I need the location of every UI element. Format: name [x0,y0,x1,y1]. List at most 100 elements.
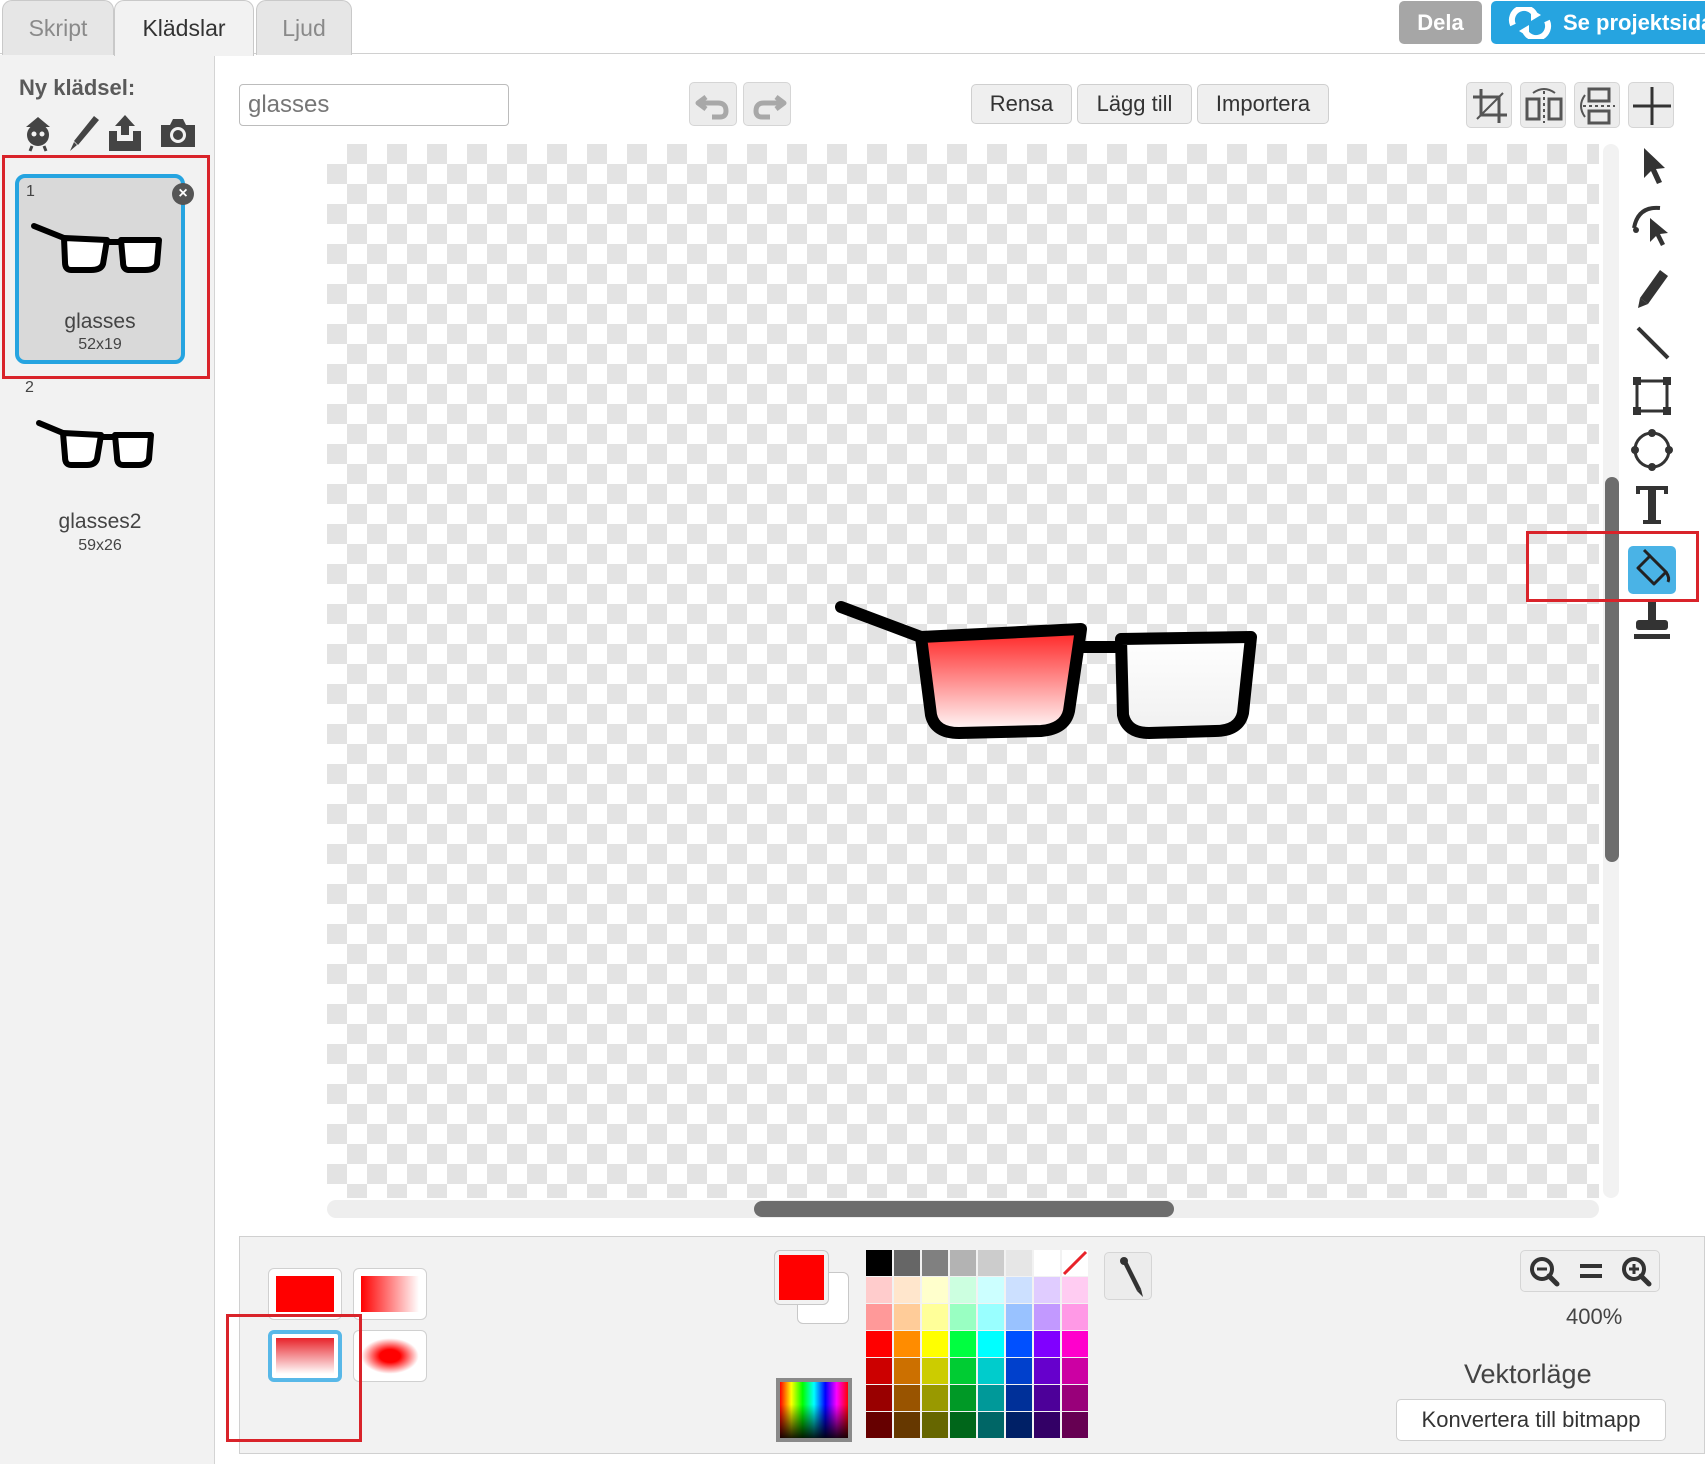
palette-color-swatch[interactable] [950,1304,976,1330]
palette-color-swatch[interactable] [866,1358,892,1384]
palette-color-swatch[interactable] [1034,1250,1060,1276]
undo-button[interactable] [689,82,737,126]
rectangle-tool[interactable] [1628,372,1676,420]
reshape-tool[interactable] [1628,198,1676,246]
palette-color-swatch[interactable] [894,1331,920,1357]
palette-color-swatch[interactable] [922,1304,948,1330]
costume-name-input[interactable] [239,84,509,126]
palette-color-swatch[interactable] [894,1412,920,1438]
palette-color-swatch[interactable] [866,1385,892,1411]
see-project-page-button[interactable]: Se projektsida [1491,1,1705,44]
zoom-out-button[interactable] [1524,1252,1566,1290]
ellipse-tool[interactable] [1628,426,1676,474]
palette-color-swatch[interactable] [1062,1358,1088,1384]
zoom-reset-button[interactable] [1570,1252,1612,1290]
tab-scripts[interactable]: Skript [2,0,114,55]
flip-vertical-button[interactable] [1574,82,1620,128]
palette-color-swatch[interactable] [922,1277,948,1303]
upload-icon[interactable] [105,113,145,153]
fill-solid-option[interactable] [268,1268,342,1320]
palette-color-swatch[interactable] [978,1277,1004,1303]
palette-color-swatch[interactable] [894,1358,920,1384]
palette-color-swatch[interactable] [866,1277,892,1303]
paint-brush-icon[interactable] [64,113,104,153]
drawing-canvas[interactable] [327,144,1599,1198]
palette-color-swatch[interactable] [978,1250,1004,1276]
palette-color-swatch[interactable] [1034,1385,1060,1411]
palette-color-swatch[interactable] [866,1304,892,1330]
eyedropper-button[interactable] [1104,1252,1152,1300]
palette-color-swatch[interactable] [894,1385,920,1411]
palette-color-swatch[interactable] [894,1277,920,1303]
stamp-tool[interactable] [1628,596,1676,644]
palette-color-swatch[interactable] [950,1412,976,1438]
text-tool[interactable] [1628,480,1676,528]
horizontal-scroll-thumb[interactable] [754,1201,1174,1217]
palette-color-swatch[interactable] [950,1385,976,1411]
select-icon [1644,148,1665,184]
palette-color-swatch[interactable] [1006,1358,1032,1384]
line-tool[interactable] [1628,318,1676,366]
palette-color-swatch[interactable] [1034,1277,1060,1303]
palette-color-swatch[interactable] [1034,1412,1060,1438]
tab-sounds[interactable]: Ljud [256,0,352,55]
set-center-button[interactable] [1628,82,1674,128]
palette-color-swatch[interactable] [1006,1412,1032,1438]
palette-color-swatch[interactable] [922,1358,948,1384]
ellipse-icon [1631,429,1673,471]
costume-thumbnail [36,420,154,468]
fill-radial-gradient-option[interactable] [353,1330,427,1382]
palette-color-swatch[interactable] [1062,1412,1088,1438]
palette-color-swatch[interactable] [866,1331,892,1357]
fill-horizontal-gradient-option[interactable] [353,1268,427,1320]
palette-color-swatch[interactable] [894,1250,920,1276]
palette-color-swatch[interactable] [1006,1277,1032,1303]
palette-color-swatch[interactable] [922,1250,948,1276]
palette-color-swatch[interactable] [978,1385,1004,1411]
add-button[interactable]: Lägg till [1077,84,1192,124]
palette-color-swatch[interactable] [978,1412,1004,1438]
palette-color-swatch[interactable] [1062,1304,1088,1330]
palette-color-swatch[interactable] [1006,1385,1032,1411]
flip-horizontal-button[interactable] [1520,82,1566,128]
palette-color-swatch[interactable] [950,1250,976,1276]
palette-color-swatch[interactable] [950,1331,976,1357]
palette-color-swatch[interactable] [922,1412,948,1438]
no-color-swatch[interactable] [1062,1250,1088,1276]
zoom-in-button[interactable] [1616,1252,1658,1290]
palette-color-swatch[interactable] [978,1358,1004,1384]
palette-color-swatch[interactable] [922,1331,948,1357]
camera-icon[interactable] [158,113,198,153]
redo-button[interactable] [743,82,791,126]
pencil-tool[interactable] [1628,264,1676,312]
rectangle-icon [1633,377,1671,415]
palette-color-swatch[interactable] [1034,1358,1060,1384]
palette-color-swatch[interactable] [1034,1304,1060,1330]
palette-color-swatch[interactable] [922,1385,948,1411]
import-button[interactable]: Importera [1197,84,1329,124]
primary-color-swatch[interactable] [774,1250,829,1305]
palette-color-swatch[interactable] [866,1250,892,1276]
palette-color-swatch[interactable] [1062,1277,1088,1303]
convert-to-bitmap-button[interactable]: Konvertera till bitmapp [1396,1399,1666,1441]
palette-color-swatch[interactable] [1062,1385,1088,1411]
palette-color-swatch[interactable] [978,1331,1004,1357]
tab-costumes[interactable]: Klädslar [114,0,254,56]
select-tool[interactable] [1628,142,1676,190]
palette-color-swatch[interactable] [978,1304,1004,1330]
palette-color-swatch[interactable] [950,1358,976,1384]
palette-color-swatch[interactable] [1006,1250,1032,1276]
sprite-library-icon[interactable] [18,113,58,153]
costume-tile-glasses2[interactable]: 2 glasses2 59x26 [15,375,185,565]
palette-color-swatch[interactable] [1006,1331,1032,1357]
share-button[interactable]: Dela [1399,1,1482,44]
palette-color-swatch[interactable] [1034,1331,1060,1357]
palette-color-swatch[interactable] [894,1304,920,1330]
crop-button[interactable] [1466,82,1512,128]
palette-color-swatch[interactable] [1062,1331,1088,1357]
palette-color-swatch[interactable] [866,1412,892,1438]
color-picker-spectrum[interactable] [776,1378,852,1442]
palette-color-swatch[interactable] [1006,1304,1032,1330]
clear-button[interactable]: Rensa [971,84,1072,124]
palette-color-swatch[interactable] [950,1277,976,1303]
